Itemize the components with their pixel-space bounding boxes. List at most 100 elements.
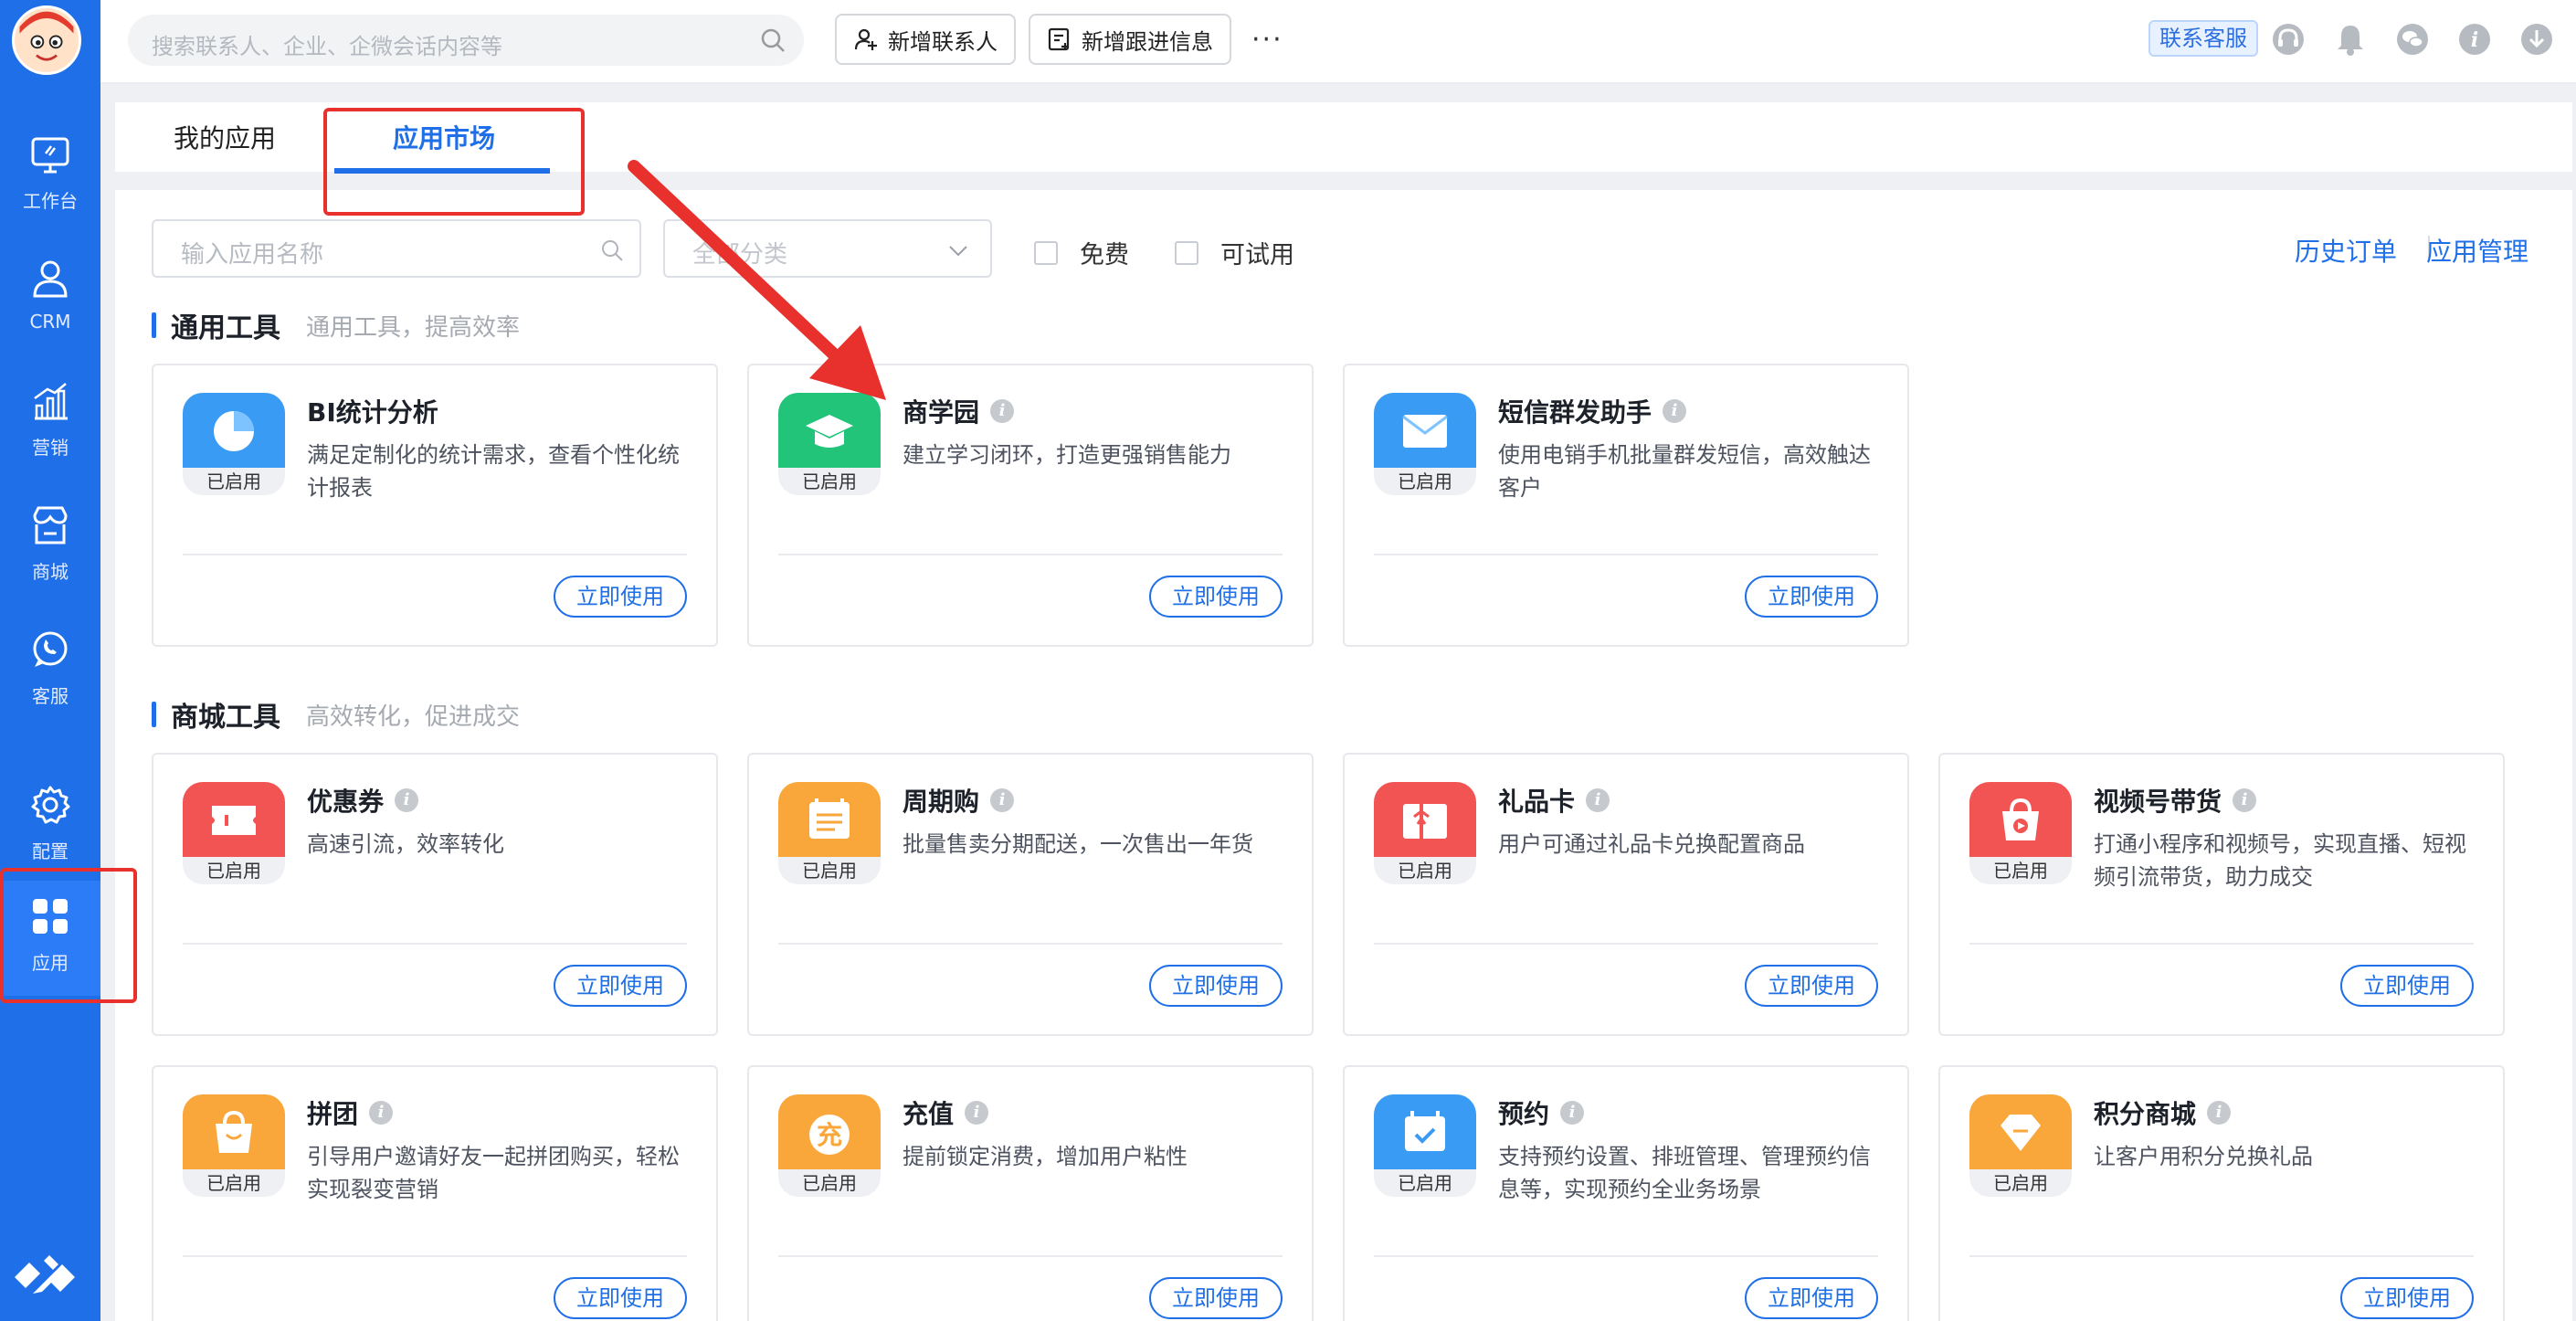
icon-glyph xyxy=(1402,415,1448,448)
app-name: 拼团 i xyxy=(307,1094,394,1131)
use-now-button[interactable]: 立即使用 xyxy=(554,965,687,1007)
search-icon[interactable] xyxy=(758,26,787,55)
divider xyxy=(1374,1255,1878,1257)
sidebar-item-marketing[interactable]: 营销 xyxy=(0,365,100,475)
info-icon[interactable]: i xyxy=(1560,1101,1585,1125)
status-badge: 已启用 xyxy=(183,468,285,495)
monitor-icon xyxy=(31,137,69,174)
icon-glyph: 充 xyxy=(809,1115,850,1155)
app-name-text: BI统计分析 xyxy=(307,397,438,428)
ticket-icon: 已启用 xyxy=(183,782,285,884)
sidebar-item-crm[interactable]: CRM xyxy=(0,243,100,353)
status-badge: 已启用 xyxy=(1374,1169,1476,1197)
sidebar-item-label: CRM xyxy=(29,311,71,333)
checkbox-box[interactable] xyxy=(1175,240,1198,265)
chart-icon xyxy=(34,383,68,420)
app-description: 提前锁定消费，增加用户粘性 xyxy=(903,1144,1188,1169)
app-description: 打通小程序和视频号，实现直播、短视频引流带货，助力成交 xyxy=(2094,831,2466,890)
app-card[interactable]: 已启用 周期购 i 批量售卖分期配送，一次售出一年货 立即使用 xyxy=(747,753,1314,1036)
checkbox-box[interactable] xyxy=(1034,240,1058,265)
info-icon[interactable]: i xyxy=(395,788,419,812)
chat-icon xyxy=(33,631,68,667)
sidebar-item-mall[interactable]: 商城 xyxy=(0,490,100,599)
free-checkbox[interactable]: 免费 xyxy=(1034,235,1129,270)
app-description: 支持预约设置、排班管理、管理预约信息等，实现预约全业务场景 xyxy=(1498,1144,1871,1202)
app-card[interactable]: 已启用 积分商城 i 让客户用积分兑换礼品 立即使用 xyxy=(1938,1065,2505,1321)
info-icon[interactable]: i xyxy=(990,788,1015,812)
use-now-button[interactable]: 立即使用 xyxy=(1745,965,1878,1007)
add-contact-button[interactable]: 新增联系人 xyxy=(835,14,1016,65)
trial-checkbox[interactable]: 可试用 xyxy=(1175,235,1294,270)
sidebar-item-workbench[interactable]: 工作台 xyxy=(0,119,100,228)
recharge-glyph-text: 充 xyxy=(817,1120,842,1150)
use-now-button[interactable]: 立即使用 xyxy=(1149,1277,1283,1319)
app-card[interactable]: 已启用 拼团 i 引导用户邀请好友一起拼团购买，轻松实现裂变营销 立即使用 xyxy=(152,1065,718,1321)
icon-glyph xyxy=(1405,1111,1445,1151)
icon-glyph xyxy=(2002,798,2039,840)
app-name: 视频号带货 i xyxy=(2094,782,2257,819)
more-icon[interactable]: ··· xyxy=(1251,24,1283,56)
use-now-button[interactable]: 立即使用 xyxy=(2340,1277,2474,1319)
sidebar-item-label: 商城 xyxy=(32,561,69,583)
app-description: 引导用户邀请好友一起拼团购买，轻松实现裂变营销 xyxy=(307,1144,680,1202)
app-description: 批量售卖分期配送，一次售出一年货 xyxy=(903,831,1253,857)
use-now-button[interactable]: 立即使用 xyxy=(1745,1277,1878,1319)
use-now-button[interactable]: 立即使用 xyxy=(2340,965,2474,1007)
contact-service-badge[interactable]: 联系客服 xyxy=(2148,20,2258,57)
history-orders-link[interactable]: 历史订单 xyxy=(2295,232,2397,269)
app-name-text: 优惠券 xyxy=(307,787,385,817)
app-card[interactable]: 已启用 预约 i 支持预约设置、排班管理、管理预约信息等，实现预约全业务场景 立即使用 xyxy=(1343,1065,1909,1321)
use-now-button[interactable]: 立即使用 xyxy=(554,576,687,618)
icon-glyph xyxy=(809,798,850,839)
add-followup-button[interactable]: 新增跟进信息 xyxy=(1029,14,1231,65)
use-now-button[interactable]: 立即使用 xyxy=(554,1277,687,1319)
info-icon[interactable]: i xyxy=(2233,788,2257,812)
app-description: 使用电销手机批量群发短信，高效触达客户 xyxy=(1498,442,1871,501)
envelope-icon: 已启用 xyxy=(1374,393,1476,495)
user-avatar[interactable] xyxy=(12,5,81,75)
headset-icon[interactable] xyxy=(2271,22,2306,57)
app-card[interactable]: 已启用 短信群发助手 i 使用电销手机批量群发短信，高效触达客户立即使用 xyxy=(1343,364,1909,647)
bell-icon[interactable] xyxy=(2333,22,2368,57)
app-manage-link[interactable]: 应用管理 xyxy=(2426,232,2528,269)
use-now-button[interactable]: 立即使用 xyxy=(1745,576,1878,618)
trial-label: 可试用 xyxy=(1220,241,1294,269)
app-name-search-input[interactable]: 输入应用名称 xyxy=(152,219,641,278)
app-card[interactable]: 充已启用 充值 i 提前锁定消费，增加用户粘性 立即使用 xyxy=(747,1065,1314,1321)
tab-my-apps[interactable]: 我的应用 xyxy=(174,119,276,155)
app-card[interactable]: 已启用 优惠券 i 高速引流，效率转化 立即使用 xyxy=(152,753,718,1036)
global-search-input[interactable]: 搜索联系人、企业、企微会话内容等 xyxy=(128,15,804,66)
status-badge: 已启用 xyxy=(778,857,881,884)
app-name: BI统计分析 xyxy=(307,393,438,429)
status-badge: 已启用 xyxy=(183,857,285,884)
info-icon[interactable]: i xyxy=(1586,788,1610,812)
info-icon[interactable]: i xyxy=(369,1101,394,1125)
download-icon[interactable] xyxy=(2519,22,2554,57)
divider xyxy=(1969,943,2474,945)
status-badge: 已启用 xyxy=(1969,857,2072,884)
info-icon[interactable]: i xyxy=(965,1101,989,1125)
info-icon[interactable]: i xyxy=(2207,1101,2232,1125)
info-icon[interactable]: i xyxy=(990,399,1015,423)
info-icon[interactable]: i xyxy=(1663,399,1687,423)
app-card[interactable]: 已启用 视频号带货 i 打通小程序和视频号，实现直播、短视频引流带货，助力成交立即使用 xyxy=(1938,753,2505,1036)
section-accent-bar xyxy=(152,312,156,338)
app-description: 用户可通过礼品卡兑换配置商品 xyxy=(1498,831,1805,857)
video-bag-icon: 已启用 xyxy=(1969,782,2072,884)
store-icon xyxy=(33,506,68,544)
info-icon[interactable]: i xyxy=(2457,22,2492,57)
add-note-icon xyxy=(1048,27,1070,51)
use-now-button[interactable]: 立即使用 xyxy=(1149,965,1283,1007)
gear-icon xyxy=(31,786,70,824)
sidebar-item-label: 客服 xyxy=(32,685,69,707)
sidebar-item-service[interactable]: 客服 xyxy=(0,614,100,724)
sidebar-item-config[interactable]: 配置 xyxy=(0,769,100,879)
app-description: 满足定制化的统计需求，查看个性化统计报表 xyxy=(307,442,680,501)
app-name-text: 商学园 xyxy=(903,397,980,428)
wechat-icon[interactable] xyxy=(2395,22,2430,57)
app-name: 短信群发助手 i xyxy=(1498,393,1687,429)
use-now-button[interactable]: 立即使用 xyxy=(1149,576,1283,618)
app-name-text: 拼团 xyxy=(307,1099,359,1129)
app-card[interactable]: 已启用 礼品卡 i 用户可通过礼品卡兑换配置商品 立即使用 xyxy=(1343,753,1909,1036)
sidebar-item-label: 配置 xyxy=(32,840,69,862)
